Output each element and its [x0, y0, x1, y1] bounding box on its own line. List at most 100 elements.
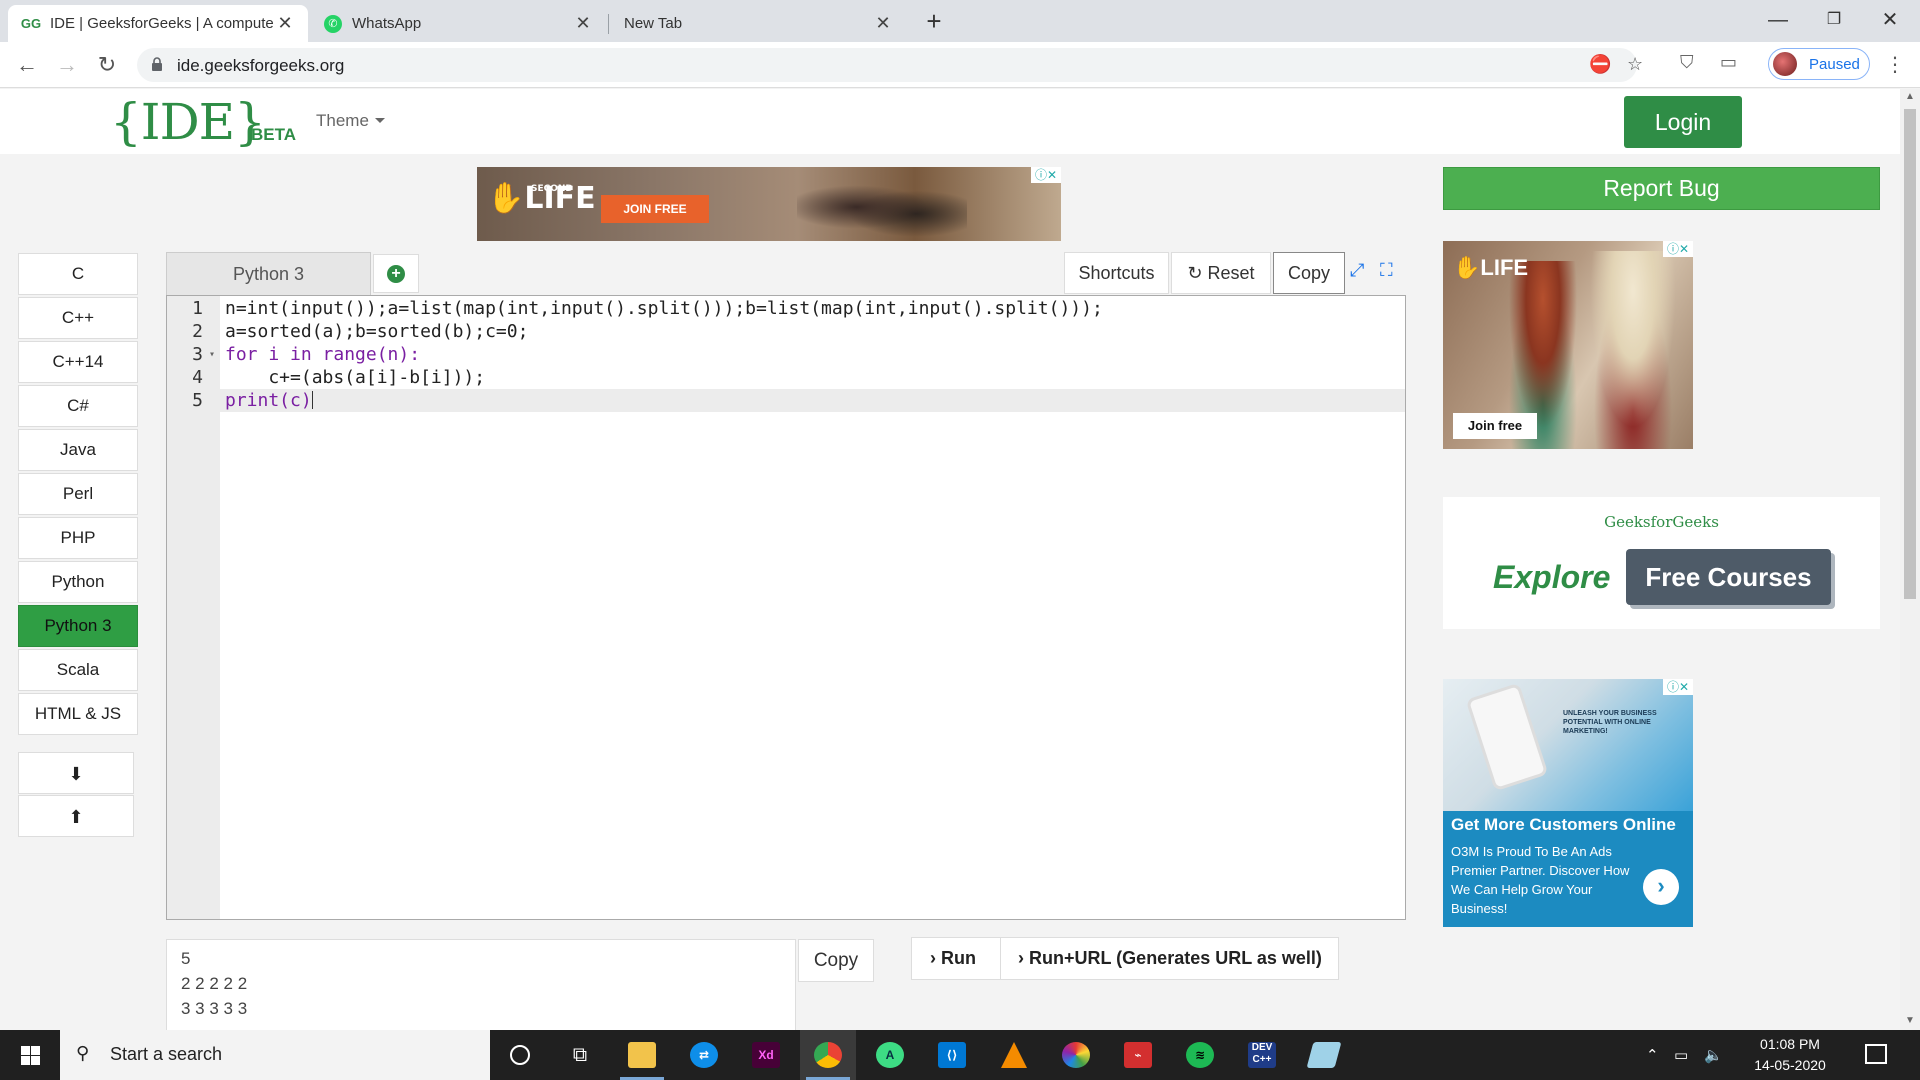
run-label: Run [941, 948, 977, 968]
color-picker-icon[interactable] [1048, 1030, 1104, 1080]
lang-scala[interactable]: Scala [18, 649, 138, 691]
plus-circle-icon: + [387, 265, 405, 283]
lang-python[interactable]: Python [18, 561, 138, 603]
code-text: n=int(input());a=list(map(int,input().sp… [225, 298, 1103, 319]
chevron-right-icon[interactable]: › [1643, 869, 1679, 905]
dev-cpp-icon[interactable]: DEV C++ [1234, 1030, 1290, 1080]
menu-kebab-icon[interactable]: ⋮ [1885, 52, 1905, 77]
adobe-xd-icon[interactable]: Xd [738, 1030, 794, 1080]
volume-icon[interactable]: 🔈 [1704, 1046, 1723, 1064]
theme-label: Theme [316, 111, 369, 130]
blocked-camera-icon[interactable]: ⛔ [1589, 54, 1611, 75]
android-studio-icon[interactable]: A [862, 1030, 918, 1080]
lang-c[interactable]: C [18, 253, 138, 295]
new-tab-icon[interactable]: + [918, 6, 950, 38]
add-file-button[interactable]: + [373, 254, 419, 293]
scroll-up-icon[interactable]: ▲ [1905, 91, 1915, 102]
minimize-icon[interactable]: — [1750, 0, 1806, 40]
theme-dropdown[interactable]: Theme [316, 111, 385, 131]
ad-close-icon[interactable]: ⓘ✕ [1663, 679, 1693, 695]
top-banner-ad[interactable]: ✋LIFE SECOND JOIN FREE ⓘ✕ [477, 167, 1061, 241]
gfg-promo[interactable]: GeeksforGeeks Explore Free Courses [1443, 497, 1880, 629]
teamviewer-icon[interactable]: ⇄ [676, 1030, 732, 1080]
shortcuts-button[interactable]: Shortcuts [1064, 252, 1169, 294]
lang-php[interactable]: PHP [18, 517, 138, 559]
copy-input-button[interactable]: Copy [798, 939, 874, 982]
profile-button[interactable]: Paused [1768, 48, 1870, 80]
close-tab-icon[interactable]: ✕ [874, 13, 892, 34]
cloud-download-icon[interactable]: ⬇ [18, 752, 134, 794]
line-number: 1 [192, 298, 203, 319]
stdin-line: 2 2 2 2 2 [181, 974, 248, 993]
tray-chevron-up-icon[interactable]: ⌃ [1646, 1046, 1659, 1064]
scroll-down-icon[interactable]: ▼ [1905, 1015, 1915, 1026]
divider [1000, 938, 1001, 979]
code-line-active: 5 print(c) [167, 389, 1405, 412]
close-tab-icon[interactable]: ✕ [276, 13, 294, 34]
search-icon: ⚲ [76, 1043, 90, 1063]
bookmark-star-icon[interactable]: ☆ [1627, 54, 1643, 75]
chrome-icon[interactable] [800, 1030, 856, 1080]
copy-code-button[interactable]: Copy [1273, 252, 1345, 294]
lang-cpp[interactable]: C++ [18, 297, 138, 339]
side-ad-second-life[interactable]: ✋LIFE Join free ⓘ✕ [1443, 241, 1693, 449]
line-number: 2 [192, 321, 203, 342]
avatar [1773, 52, 1797, 76]
fold-arrow-icon[interactable]: ▾ [209, 343, 215, 366]
notepad-icon[interactable] [1296, 1030, 1352, 1080]
login-button[interactable]: Login [1624, 96, 1742, 148]
taskbar-search[interactable]: ⚲ Start a search [60, 1030, 490, 1080]
ad-join-free-button[interactable]: Join free [1453, 413, 1537, 439]
lang-cpp14[interactable]: C++14 [18, 341, 138, 383]
editor-tab-python3[interactable]: Python 3 [166, 252, 371, 295]
file-explorer-icon[interactable] [614, 1030, 670, 1080]
ide-logo[interactable]: {IDE} [110, 93, 266, 151]
lang-java[interactable]: Java [18, 429, 138, 471]
cloud-upload-icon[interactable]: ⬆ [18, 795, 134, 837]
reload-icon[interactable]: ↻ [92, 50, 122, 80]
tab-ide[interactable]: GG IDE | GeeksforGeeks | A compute ✕ [8, 5, 308, 42]
close-tab-icon[interactable]: ✕ [574, 13, 592, 34]
notification-center-icon[interactable] [1865, 1044, 1887, 1064]
free-courses-button[interactable]: Free Courses [1626, 549, 1831, 605]
address-bar[interactable]: ide.geeksforgeeks.org ⛔ ☆ [137, 48, 1643, 82]
ad-image [1583, 251, 1683, 449]
forward-icon[interactable]: → [52, 50, 82, 80]
vlc-icon[interactable] [986, 1030, 1042, 1080]
fullscreen-icon[interactable]: ⛶ [1380, 260, 1393, 281]
scrollbar-thumb[interactable] [1904, 109, 1916, 599]
spotify-icon[interactable]: ≋ [1172, 1030, 1228, 1080]
lang-html-js[interactable]: HTML & JS [18, 693, 138, 735]
stdin-line: 5 [181, 949, 191, 968]
code-editor[interactable]: 1 n=int(input());a=list(map(int,input().s… [166, 295, 1406, 920]
windows-start-icon[interactable] [0, 1030, 60, 1080]
lang-csharp[interactable]: C# [18, 385, 138, 427]
report-bug-button[interactable]: Report Bug [1443, 167, 1880, 210]
lang-python3[interactable]: Python 3 [18, 605, 138, 647]
battery-icon[interactable]: ▭ [1674, 1046, 1688, 1064]
run-button[interactable]: › Run [930, 938, 976, 979]
lang-perl[interactable]: Perl [18, 473, 138, 515]
system-clock[interactable]: 01:08 PM 14-05-2020 [1740, 1034, 1840, 1076]
restore-icon[interactable]: ❐ [1806, 0, 1862, 40]
run-url-button[interactable]: › Run+URL (Generates URL as well) [1018, 938, 1322, 979]
tab-new-tab[interactable]: New Tab ✕ [610, 5, 906, 42]
ad-join-free-button[interactable]: JOIN FREE [601, 195, 709, 223]
tab-whatsapp[interactable]: ✆ WhatsApp ✕ [310, 5, 606, 42]
acrobat-icon[interactable]: ⌁ [1110, 1030, 1166, 1080]
task-view-icon[interactable]: ⧉ [552, 1030, 608, 1080]
ad-close-icon[interactable]: ⓘ✕ [1031, 167, 1061, 183]
cast-icon[interactable]: ▭ [1720, 52, 1737, 73]
back-icon[interactable]: ← [12, 50, 42, 80]
reset-button[interactable]: ↻ Reset [1171, 252, 1271, 294]
line-number: 5 [192, 390, 203, 411]
cortana-icon[interactable] [492, 1030, 548, 1080]
page-scrollbar[interactable]: ▲ ▼ [1900, 89, 1920, 1030]
stdin-textarea[interactable]: 5 2 2 2 2 2 3 3 3 3 3 [166, 939, 796, 1030]
side-ad-o3m[interactable]: UNLEASH YOUR BUSINESS POTENTIAL WITH ONL… [1443, 679, 1693, 927]
shield-extension-icon[interactable]: ⛉ [1680, 52, 1694, 73]
expand-icon[interactable]: ⤢ [1350, 260, 1364, 281]
ad-close-icon[interactable]: ⓘ✕ [1663, 241, 1693, 257]
close-window-icon[interactable]: ✕ [1862, 0, 1918, 40]
vscode-icon[interactable]: ⟨⟩ [924, 1030, 980, 1080]
